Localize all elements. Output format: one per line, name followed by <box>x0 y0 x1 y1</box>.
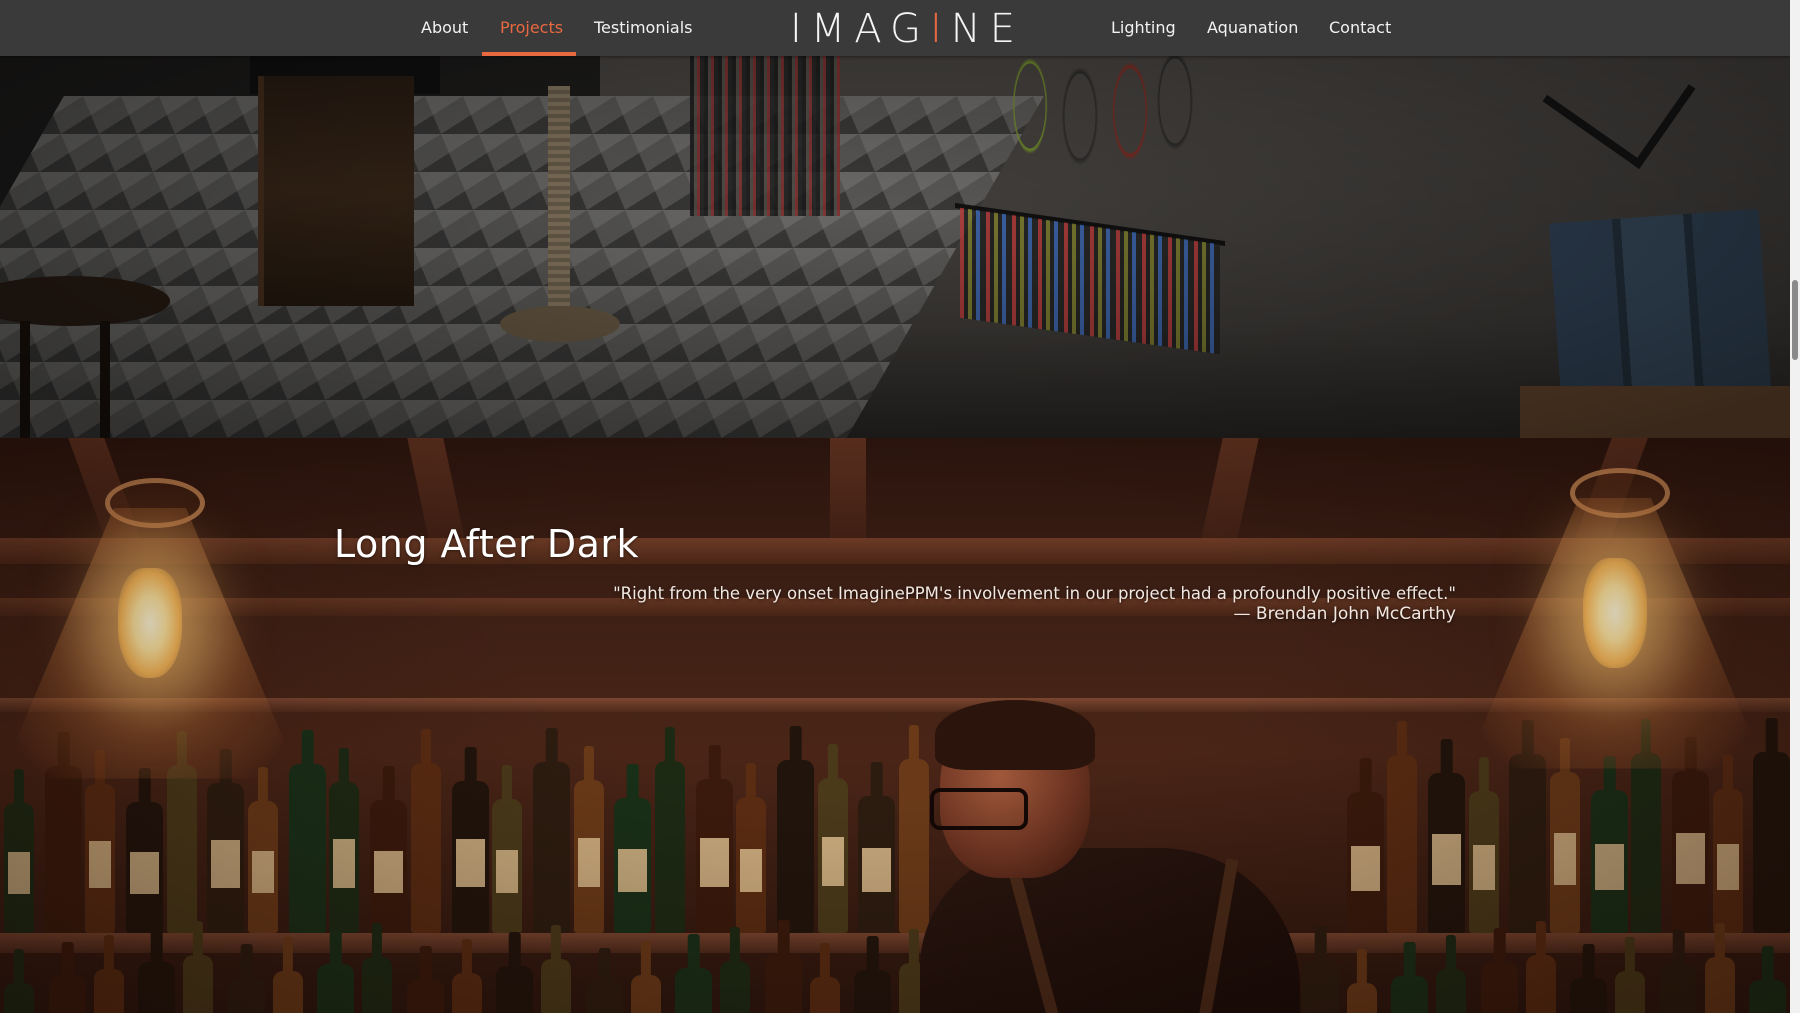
project-title: Long After Dark <box>334 522 640 566</box>
page: About Projects Testimonials IMAGINE Ligh… <box>0 0 1800 1013</box>
bar-shade <box>0 438 1790 1013</box>
logo-text-end: NE <box>950 6 1024 52</box>
top-navbar: About Projects Testimonials IMAGINE Ligh… <box>0 0 1790 56</box>
quote-text: "Right from the very onset ImaginePPM's … <box>613 584 1456 603</box>
scrollbar-thumb[interactable] <box>1792 280 1798 360</box>
nav-lighting[interactable]: Lighting <box>1111 0 1176 56</box>
nav-about[interactable]: About <box>421 0 468 56</box>
nav-projects[interactable]: Projects <box>500 0 563 56</box>
nav-contact[interactable]: Contact <box>1329 0 1391 56</box>
testimonial-quote: "Right from the very onset ImaginePPM's … <box>600 584 1456 624</box>
imagine-logo[interactable]: IMAGINE <box>790 6 1015 52</box>
nav-testimonials[interactable]: Testimonials <box>594 0 693 56</box>
photo-shade <box>0 56 1790 438</box>
project-image-bar[interactable] <box>0 438 1790 1013</box>
quote-author: — Brendan John McCarthy <box>1233 604 1456 624</box>
nav-aquanation[interactable]: Aquanation <box>1207 0 1298 56</box>
logo-text-accent: I <box>929 6 951 52</box>
page-scrollbar[interactable] <box>1790 0 1800 1013</box>
logo-text-start: IMAG <box>790 6 930 52</box>
nav-active-underline <box>482 52 576 56</box>
project-image-pet-store[interactable] <box>0 56 1790 438</box>
